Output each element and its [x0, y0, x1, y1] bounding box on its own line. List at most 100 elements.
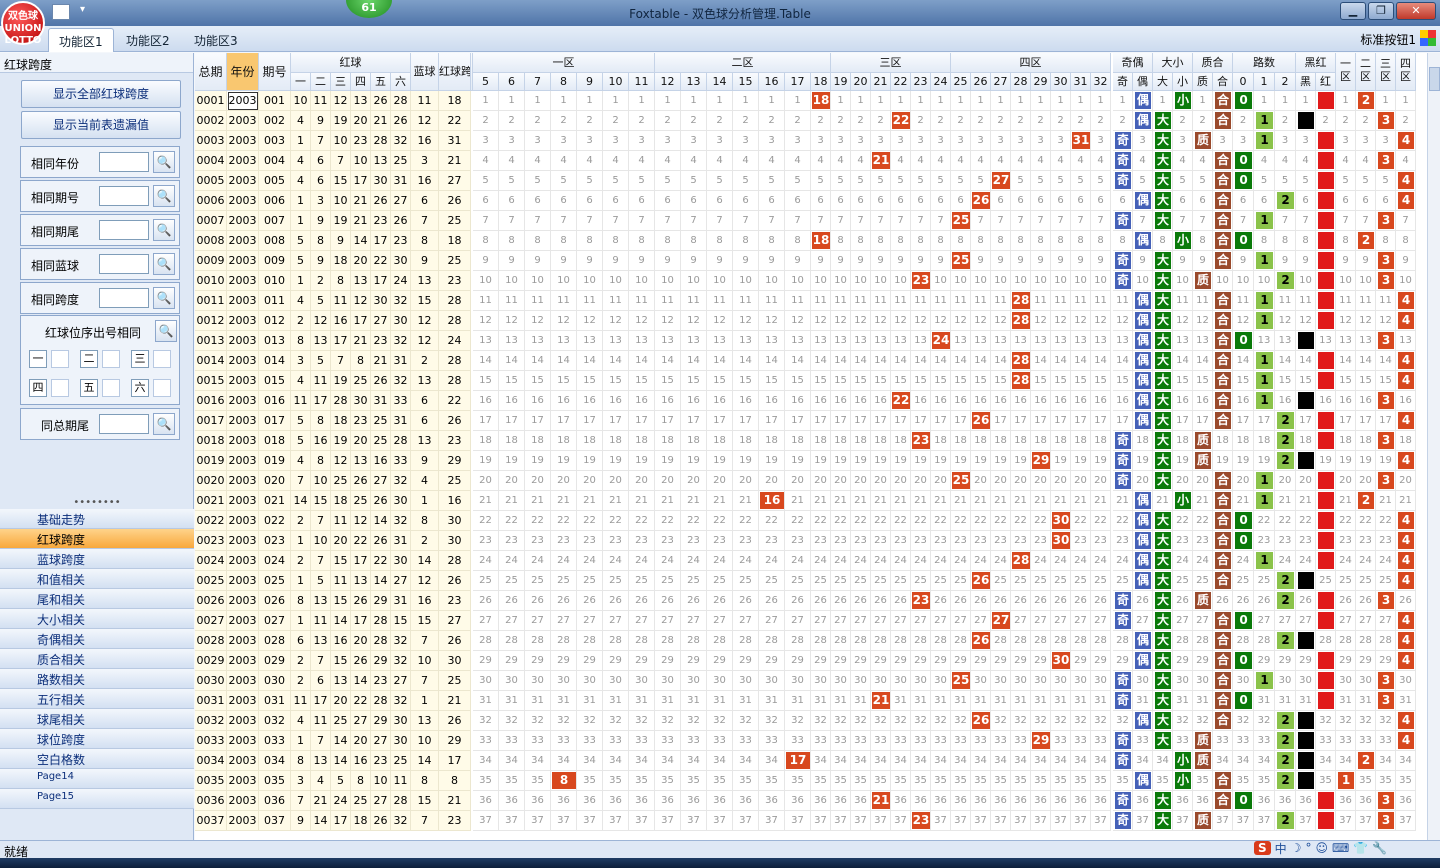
cell-red-ball[interactable]: 12 — [351, 291, 371, 311]
cell-issue[interactable]: 022 — [259, 511, 291, 531]
header-zone-2[interactable]: 二区 — [655, 53, 831, 73]
cell-red-ball[interactable]: 25 — [351, 491, 371, 511]
cell-span[interactable]: 30 — [439, 651, 471, 671]
cell-red-ball[interactable]: 23 — [391, 231, 411, 251]
cell-red-ball[interactable]: 10 — [351, 151, 371, 171]
cell-blue-ball[interactable]: 1 — [411, 491, 439, 511]
cell-total-issue[interactable]: 0001 — [195, 91, 227, 111]
cell-red-ball[interactable]: 20 — [351, 631, 371, 651]
table-row[interactable]: 0018 2003 018 5 16 19 20 25 28 13 23 18 18 18 18 18 18 18… — [195, 431, 1427, 451]
cell-red-ball[interactable]: 7 — [291, 471, 311, 491]
cell-red-ball[interactable]: 13 — [311, 331, 331, 351]
cell-red-ball[interactable]: 25 — [331, 471, 351, 491]
cell-issue[interactable]: 023 — [259, 531, 291, 551]
cell-total-issue[interactable]: 0032 — [195, 711, 227, 731]
header-red-span[interactable]: 红球跨度 — [439, 53, 471, 91]
cell-red-ball[interactable]: 9 — [311, 111, 331, 131]
cell-year[interactable]: 2003 — [227, 191, 259, 211]
header-sub-0[interactable]: 奇 — [1113, 73, 1133, 91]
cell-red-ball[interactable]: 10 — [291, 91, 311, 111]
nav-item[interactable]: 球位跨度 — [0, 729, 194, 749]
table-row[interactable]: 0019 2003 019 4 8 12 13 16 33 9 29 19 19 19 19 19 19 19 19… — [195, 451, 1427, 471]
cell-red-ball[interactable]: 5 — [311, 571, 331, 591]
cell-year[interactable]: 2003 — [227, 451, 259, 471]
cell-red-ball[interactable]: 1 — [291, 131, 311, 151]
header-group-1[interactable]: 大小 — [1153, 53, 1193, 73]
header-zone-3[interactable]: 三区 — [831, 53, 951, 73]
nav-item[interactable]: 基础走势 — [0, 509, 194, 529]
cell-red-ball[interactable]: 21 — [311, 791, 331, 811]
cell-red-ball[interactable]: 6 — [311, 671, 331, 691]
header-span-30[interactable]: 30 — [1051, 73, 1071, 91]
tail-search-button[interactable]: 🔍 — [153, 413, 175, 435]
cell-total-issue[interactable]: 0020 — [195, 471, 227, 491]
cell-year[interactable]: 2003 — [227, 411, 259, 431]
cell-red-ball[interactable]: 29 — [371, 591, 391, 611]
cell-issue[interactable]: 028 — [259, 631, 291, 651]
cell-red-ball[interactable]: 14 — [331, 751, 351, 771]
cell-red-ball[interactable]: 30 — [391, 251, 411, 271]
cell-red-ball[interactable]: 10 — [331, 191, 351, 211]
header-span-20[interactable]: 20 — [851, 73, 871, 91]
header-zone-1[interactable]: 一区 — [473, 53, 655, 73]
nav-item[interactable]: Page15 — [0, 789, 194, 809]
cell-red-ball[interactable]: 25 — [371, 431, 391, 451]
cell-year[interactable]: 2003 — [227, 551, 259, 571]
position-input-4[interactable] — [51, 379, 69, 397]
cell-red-ball[interactable]: 27 — [371, 311, 391, 331]
cell-red-ball[interactable]: 26 — [351, 591, 371, 611]
cell-span[interactable]: 26 — [439, 571, 471, 591]
cell-blue-ball[interactable]: 14 — [411, 551, 439, 571]
cell-red-ball[interactable]: 17 — [311, 691, 331, 711]
cell-red-ball[interactable]: 17 — [311, 391, 331, 411]
cell-issue[interactable]: 001 — [259, 91, 291, 111]
cell-red-ball[interactable]: 26 — [351, 471, 371, 491]
filter-input[interactable] — [99, 288, 149, 308]
cell-red-ball[interactable]: 18 — [331, 491, 351, 511]
cell-blue-ball[interactable]: 13 — [411, 431, 439, 451]
cell-red-ball[interactable]: 11 — [331, 571, 351, 591]
cell-red-ball[interactable]: 4 — [291, 151, 311, 171]
header-span-22[interactable]: 22 — [891, 73, 911, 91]
filter-input[interactable] — [99, 152, 149, 172]
cell-red-ball[interactable]: 33 — [391, 451, 411, 471]
cell-blue-ball[interactable]: 16 — [411, 591, 439, 611]
cell-red-ball[interactable]: 13 — [371, 151, 391, 171]
cell-issue[interactable]: 031 — [259, 691, 291, 711]
cell-red-ball[interactable]: 32 — [391, 511, 411, 531]
table-row[interactable]: 0013 2003 013 8 13 17 21 23 32 12 24 13 13 13 13 13 13 13… — [195, 331, 1427, 351]
cell-total-issue[interactable]: 0037 — [195, 811, 227, 831]
table-row[interactable]: 0007 2003 007 1 9 19 21 23 26 7 25 7 7 7 7 7 7 7 7 7 7 7 7 7 7 7 7… — [195, 211, 1427, 231]
cell-red-ball[interactable]: 14 — [291, 491, 311, 511]
cell-red-ball[interactable]: 13 — [351, 451, 371, 471]
header-sub-8[interactable]: 2 — [1275, 73, 1296, 91]
cell-blue-ball[interactable]: 16 — [411, 171, 439, 191]
cell-issue[interactable]: 035 — [259, 771, 291, 791]
cell-red-ball[interactable]: 17 — [351, 171, 371, 191]
cell-total-issue[interactable]: 0004 — [195, 151, 227, 171]
cell-red-ball[interactable]: 7 — [311, 731, 331, 751]
cell-red-ball[interactable]: 1 — [291, 191, 311, 211]
cell-red-ball[interactable]: 21 — [351, 211, 371, 231]
cell-total-issue[interactable]: 0018 — [195, 431, 227, 451]
header-span-16[interactable]: 16 — [759, 73, 785, 91]
cell-red-ball[interactable]: 29 — [371, 651, 391, 671]
cell-red-ball[interactable]: 15 — [331, 171, 351, 191]
cell-red-ball[interactable]: 26 — [371, 91, 391, 111]
cell-red-ball[interactable]: 1 — [291, 611, 311, 631]
cell-total-issue[interactable]: 0003 — [195, 131, 227, 151]
cell-blue-ball[interactable]: 10 — [411, 651, 439, 671]
cell-issue[interactable]: 014 — [259, 351, 291, 371]
cell-issue[interactable]: 012 — [259, 311, 291, 331]
cell-year[interactable]: 2003 — [227, 311, 259, 331]
cell-red-ball[interactable]: 17 — [331, 811, 351, 831]
cell-red-ball[interactable]: 3 — [291, 771, 311, 791]
vertical-scrollbar[interactable] — [1427, 53, 1440, 840]
cell-red-ball[interactable]: 7 — [311, 131, 331, 151]
panel-splitter[interactable]: •••••••• — [0, 498, 194, 508]
cell-red-ball[interactable]: 31 — [391, 531, 411, 551]
cell-blue-ball[interactable]: 8 — [411, 231, 439, 251]
cell-red-ball[interactable]: 6 — [311, 171, 331, 191]
cell-red-ball[interactable]: 22 — [371, 551, 391, 571]
cell-blue-ball[interactable]: 16 — [411, 131, 439, 151]
